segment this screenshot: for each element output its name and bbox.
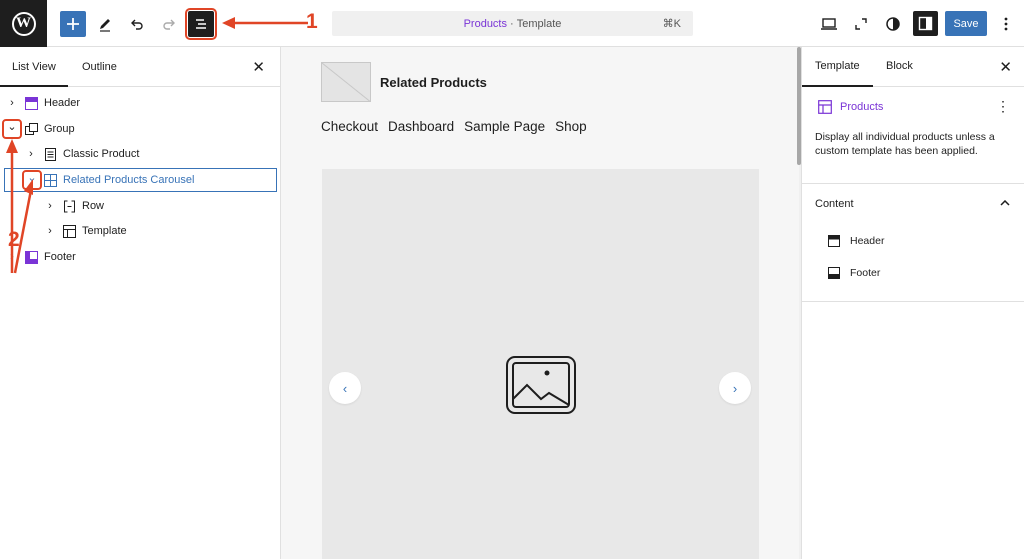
- template-icon: [63, 224, 76, 238]
- wordpress-icon: W: [11, 11, 36, 36]
- chevron-left-icon: ‹: [342, 380, 348, 396]
- annotation-number-2: 2: [8, 228, 20, 251]
- tab-list-view[interactable]: List View: [0, 61, 68, 87]
- row-icon: [64, 200, 75, 212]
- list-view-panel: List View Outline ✕ › Header ⌄ Group › C…: [0, 47, 281, 559]
- settings-tabs: Template Block ✕: [802, 47, 1024, 87]
- tab-outline[interactable]: Outline: [82, 61, 117, 73]
- more-vertical-icon: [1004, 17, 1008, 31]
- chevron-right-icon[interactable]: ›: [6, 97, 18, 109]
- redo-button[interactable]: [156, 11, 182, 37]
- template-icon: [818, 100, 832, 114]
- contrast-icon: [886, 17, 900, 31]
- group-icon: [25, 122, 38, 135]
- carousel-next-button[interactable]: ›: [719, 372, 751, 404]
- header-layout-icon: [25, 96, 38, 110]
- template-description: Display all individual products unless a…: [815, 131, 995, 157]
- content-item-label: Footer: [850, 267, 881, 279]
- nav-item-checkout[interactable]: Checkout: [321, 119, 378, 134]
- list-item-label: Row: [82, 200, 105, 212]
- footer-layout-icon: [828, 267, 840, 279]
- editor-top-bar: W 1 Products · Template ⌘K Save: [0, 0, 1024, 47]
- nav-item-dashboard[interactable]: Dashboard: [388, 119, 454, 134]
- save-button[interactable]: Save: [945, 11, 987, 36]
- canvas-page: Related Products Checkout Dashboard Samp…: [281, 47, 799, 559]
- undo-icon: [131, 19, 143, 30]
- list-item-label: Footer: [44, 251, 76, 263]
- command-subtitle: Template: [516, 17, 562, 30]
- content-item-label: Header: [850, 235, 885, 247]
- redo-icon: [163, 19, 175, 30]
- nav-item-sample-page[interactable]: Sample Page: [464, 119, 545, 134]
- nav-item-shop[interactable]: Shop: [555, 119, 587, 134]
- content-section: Content Header Footer: [802, 184, 1024, 302]
- undo-button[interactable]: [124, 11, 150, 37]
- command-palette-bar[interactable]: Products · Template ⌘K: [332, 11, 693, 36]
- tab-block[interactable]: Block: [886, 60, 913, 72]
- list-item-label: Header: [44, 97, 81, 109]
- fullscreen-button[interactable]: [848, 11, 874, 37]
- tab-template[interactable]: Template: [802, 60, 873, 87]
- site-logo-placeholder[interactable]: [321, 62, 371, 102]
- content-item-header[interactable]: Header: [828, 234, 1008, 250]
- chevron-down-icon[interactable]: ⌄: [2, 119, 22, 139]
- carousel-prev-button[interactable]: ‹: [329, 372, 361, 404]
- settings-toggle-button[interactable]: [913, 11, 938, 36]
- sidebar-icon: [918, 16, 933, 31]
- add-block-button[interactable]: [60, 11, 86, 37]
- list-item-label: Related Products Carousel: [63, 174, 195, 186]
- content-heading[interactable]: Content: [815, 198, 854, 210]
- list-item-label: Group: [44, 123, 75, 135]
- options-button[interactable]: [993, 11, 1019, 37]
- plus-icon: [67, 18, 79, 30]
- image-placeholder-icon: [506, 356, 576, 414]
- document-overview-button[interactable]: [185, 8, 217, 40]
- command-shortcut: ⌘K: [662, 18, 681, 30]
- chevron-right-icon: ›: [732, 380, 738, 396]
- expand-icon: [855, 18, 867, 30]
- command-title: Products: [463, 17, 507, 30]
- template-summary: Products ⋮ Display all individual produc…: [802, 87, 1024, 184]
- navigation-menu: Checkout Dashboard Sample Page Shop: [321, 119, 587, 134]
- close-settings-button[interactable]: ✕: [999, 58, 1012, 76]
- site-title[interactable]: Related Products: [380, 75, 487, 90]
- content-item-footer[interactable]: Footer: [828, 266, 1008, 282]
- styles-button[interactable]: [880, 11, 906, 37]
- header-layout-icon: [828, 235, 840, 247]
- editor-canvas: Related Products Checkout Dashboard Samp…: [281, 47, 801, 559]
- product-carousel[interactable]: [322, 169, 759, 559]
- wordpress-logo-button[interactable]: W: [0, 0, 47, 47]
- list-view-icon: [196, 19, 206, 29]
- list-view-tabs: List View Outline ✕: [0, 47, 280, 87]
- close-list-view-button[interactable]: ✕: [252, 58, 265, 76]
- list-item-label: Template: [82, 225, 127, 237]
- annotation-arrow-1: [222, 17, 308, 29]
- chevron-up-icon[interactable]: [1000, 200, 1010, 206]
- device-preview-button[interactable]: [816, 11, 842, 37]
- list-item-header[interactable]: › Header: [0, 91, 281, 115]
- template-options-button[interactable]: ⋮: [996, 98, 1010, 115]
- command-separator: ·: [507, 17, 517, 30]
- template-name: Products: [840, 101, 884, 113]
- placeholder-icon: [322, 63, 370, 101]
- settings-panel: Template Block ✕ Products ⋮ Display all …: [801, 47, 1024, 559]
- annotation-arrow-2: [6, 139, 33, 274]
- list-item-label: Classic Product: [63, 148, 140, 160]
- laptop-icon: [821, 18, 837, 30]
- annotation-number-1: 1: [306, 10, 318, 33]
- tools-button[interactable]: [92, 11, 118, 37]
- pen-icon: [100, 19, 110, 32]
